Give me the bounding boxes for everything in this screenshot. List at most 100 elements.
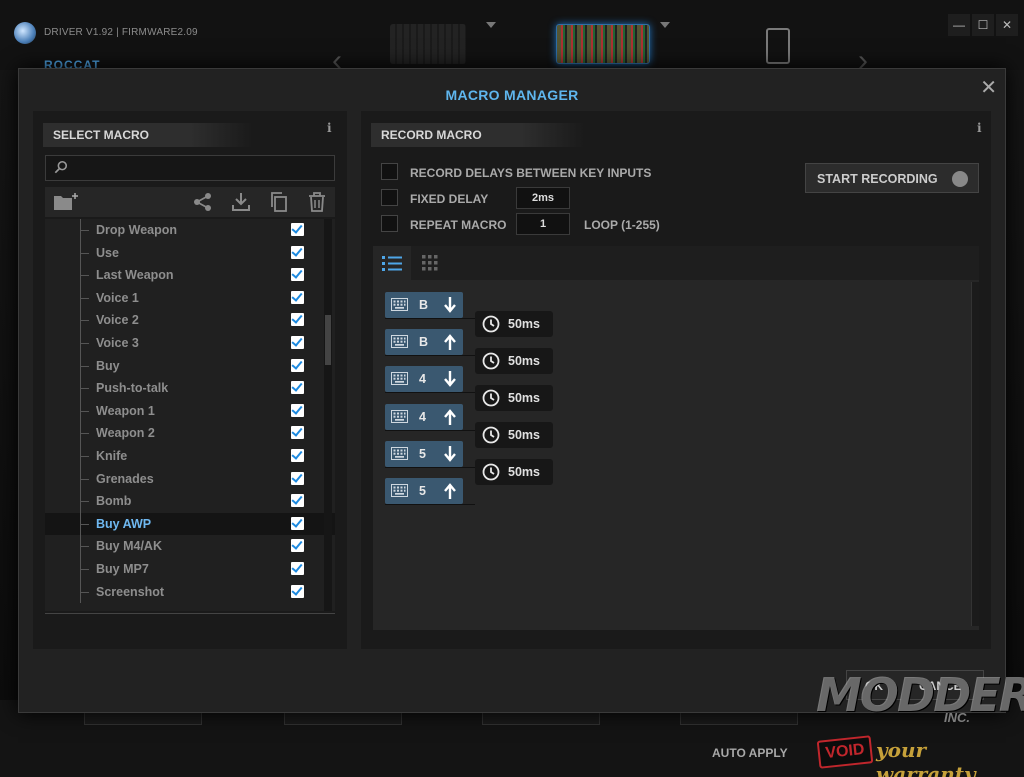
delay-step[interactable]: 50ms (475, 422, 553, 449)
grid-view-icon (422, 255, 438, 271)
macro-enabled-checkbox[interactable] (291, 471, 304, 485)
new-folder-icon[interactable] (53, 192, 79, 212)
macro-list-item[interactable]: Grenades (45, 467, 335, 491)
delete-trash-icon[interactable] (307, 192, 327, 212)
tree-connector (80, 557, 89, 581)
macro-enabled-checkbox[interactable] (291, 358, 304, 372)
delay-clock-icon (482, 426, 500, 444)
delay-step[interactable]: 50ms (475, 385, 553, 411)
key-event-step[interactable]: 5 (385, 478, 463, 504)
macro-sequence-editor: B 50ms B 50ms 4 50ms 4 50ms 5 50ms 5 (373, 246, 979, 630)
macro-enabled-checkbox[interactable] (291, 561, 304, 575)
key-event-step[interactable]: 4 (385, 366, 463, 393)
macro-list-item[interactable]: Buy AWP (45, 512, 335, 536)
keyboard-key-icon (391, 409, 408, 423)
macro-list-item[interactable]: Drop Weapon (45, 219, 335, 242)
tab-grid-view[interactable] (411, 246, 449, 280)
record-macro-info-icon[interactable]: i (977, 121, 982, 135)
macro-item-label: Voice 2 (96, 313, 139, 328)
record-delays-checkbox[interactable] (381, 163, 398, 180)
macro-enabled-checkbox[interactable] (291, 494, 304, 508)
delay-label: 50ms (508, 353, 540, 368)
fixed-delay-label: FIXED DELAY (410, 192, 489, 206)
macro-list-item[interactable]: Voice 2 (45, 309, 335, 332)
delay-step[interactable]: 50ms (475, 347, 553, 374)
macro-toolbar (45, 187, 335, 217)
maximize-icon[interactable]: ☐ (972, 14, 994, 36)
tab-list-view[interactable] (373, 246, 411, 280)
app-titlebar: DRIVER V1.92 | FIRMWARE2.09 ROCCAT ‹ › —… (0, 0, 1024, 77)
import-icon[interactable] (231, 192, 251, 212)
key-label: 4 (419, 409, 426, 424)
macro-enabled-checkbox[interactable] (291, 335, 304, 349)
macro-enabled-checkbox[interactable] (291, 290, 304, 304)
keyboard-key-icon (391, 484, 408, 497)
macro-list-item[interactable]: Weapon 2 (45, 422, 335, 445)
share-icon[interactable] (193, 192, 213, 212)
fixed-delay-input[interactable]: 2ms (516, 187, 570, 209)
key-label: 5 (419, 446, 426, 461)
key-event-step[interactable]: B (385, 329, 463, 356)
macro-list-item[interactable]: Bomb (45, 490, 335, 513)
key-event-step[interactable]: 5 (385, 440, 463, 467)
macro-list-item[interactable]: Use (45, 241, 335, 265)
fixed-delay-checkbox[interactable] (381, 189, 398, 206)
tree-connector (80, 535, 89, 558)
modders-inc-watermark-suffix: INC. (944, 710, 970, 725)
delay-step[interactable]: 50ms (475, 310, 553, 337)
dialog-close-icon[interactable]: ✕ (980, 75, 997, 100)
macro-search-input[interactable] (45, 155, 335, 181)
macro-enabled-checkbox[interactable] (291, 426, 304, 440)
list-view-icon (382, 256, 402, 271)
delay-clock-icon (482, 463, 500, 481)
macro-enabled-checkbox[interactable] (291, 313, 304, 327)
tree-connector (80, 241, 89, 265)
tree-connector (80, 490, 89, 513)
key-label: 4 (419, 372, 426, 387)
auto-apply-label[interactable]: AUTO APPLY (712, 746, 788, 760)
macro-enabled-checkbox[interactable] (291, 539, 304, 553)
macro-list-item[interactable]: Push-to-talk (45, 377, 335, 400)
device-dropdown-caret-icon[interactable] (660, 22, 670, 28)
sequence-scrollbar[interactable] (971, 282, 979, 626)
macro-list-item[interactable]: Last Weapon (45, 264, 335, 287)
tree-connector (80, 331, 89, 355)
macro-enabled-checkbox[interactable] (291, 584, 304, 598)
key-event-step[interactable]: 4 (385, 403, 463, 430)
macro-list-item[interactable]: Buy M4/AK (45, 535, 335, 558)
delay-step[interactable]: 50ms (475, 459, 553, 486)
copy-icon[interactable] (269, 192, 289, 212)
device-tab-keyboard-unplugged[interactable] (390, 24, 466, 64)
macro-list-scrollbar[interactable] (324, 219, 332, 611)
repeat-macro-checkbox[interactable] (381, 215, 398, 232)
start-recording-button[interactable]: START RECORDING (805, 163, 979, 193)
step-connector (385, 429, 475, 431)
minimize-icon[interactable]: — (948, 14, 970, 36)
select-macro-info-icon[interactable]: i (327, 121, 332, 135)
device-tab-phone-icon[interactable] (766, 28, 790, 64)
macro-enabled-checkbox[interactable] (291, 403, 304, 417)
macro-enabled-checkbox[interactable] (291, 448, 304, 462)
macro-enabled-checkbox[interactable] (291, 381, 304, 395)
macro-list-item[interactable]: Voice 3 (45, 331, 335, 355)
macro-enabled-checkbox[interactable] (291, 223, 304, 236)
macro-list-item[interactable]: Knife (45, 444, 335, 468)
tree-connector (80, 399, 89, 423)
macro-item-label: Knife (96, 448, 128, 463)
macro-enabled-checkbox[interactable] (291, 268, 304, 282)
macro-list-item[interactable]: Buy (45, 354, 335, 378)
repeat-count-input[interactable]: 1 (516, 213, 570, 235)
macro-list-item[interactable]: Weapon 1 (45, 399, 335, 423)
macro-list-item[interactable]: Screenshot (45, 580, 335, 604)
macro-list-scroll-thumb[interactable] (325, 315, 331, 365)
close-window-icon[interactable]: ✕ (996, 14, 1018, 36)
macro-enabled-checkbox[interactable] (291, 516, 304, 530)
device-tab-keyboard-active[interactable] (556, 24, 650, 64)
macro-list-item[interactable]: Voice 1 (45, 286, 335, 310)
macro-list-item[interactable]: Buy MP7 (45, 557, 335, 581)
device-dropdown-caret-icon[interactable] (486, 22, 496, 28)
macro-enabled-checkbox[interactable] (291, 245, 304, 259)
key-label: 5 (419, 484, 426, 498)
key-event-step[interactable]: B (385, 292, 463, 318)
tree-connector (80, 309, 89, 332)
